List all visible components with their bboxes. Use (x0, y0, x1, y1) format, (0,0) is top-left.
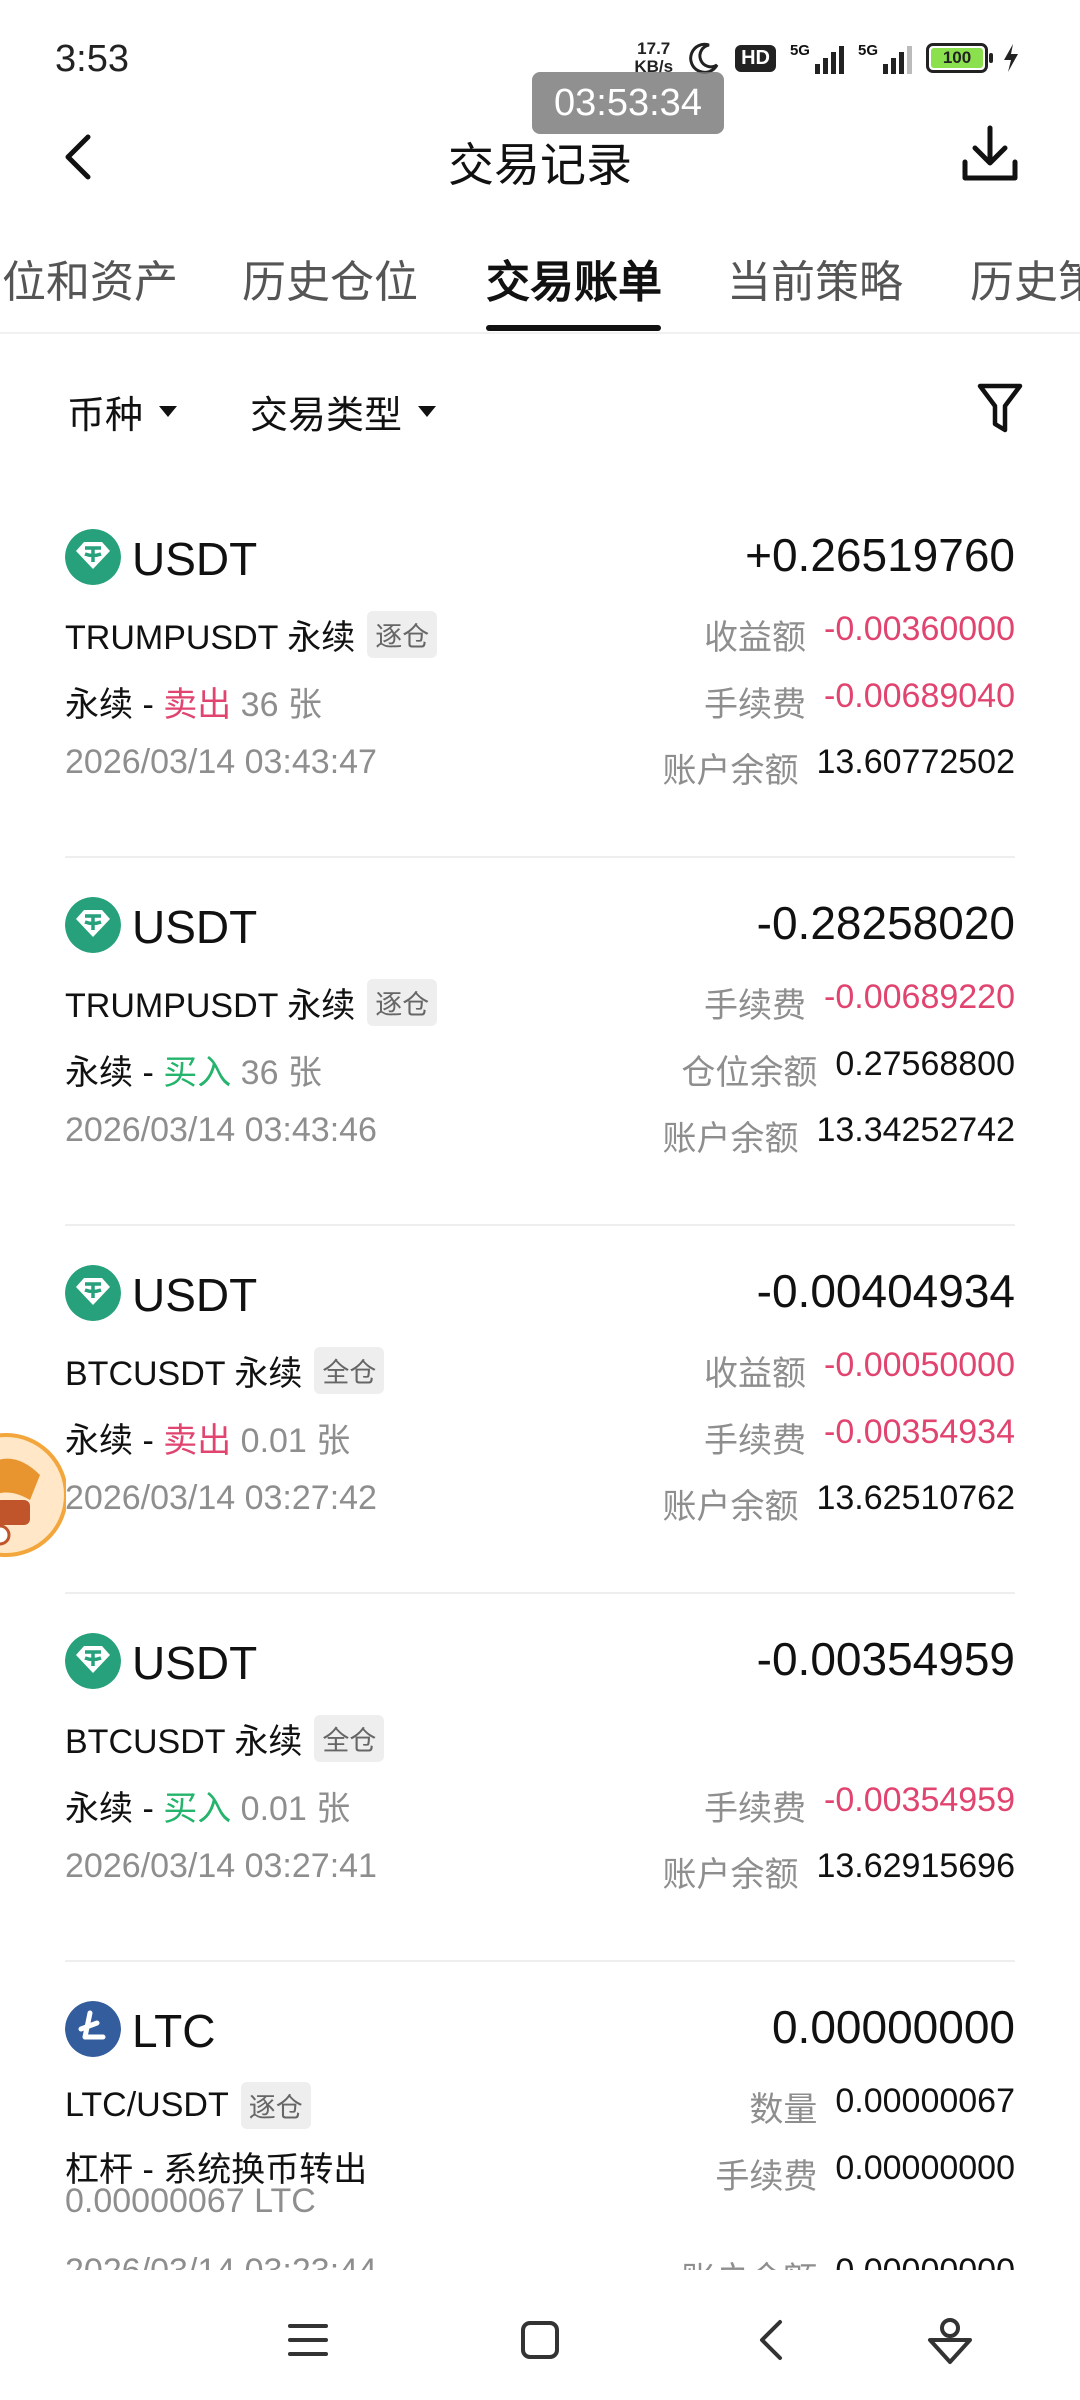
filter-funnel-icon[interactable] (975, 380, 1025, 436)
litecoin-icon (65, 2001, 121, 2057)
tether-icon (65, 897, 121, 953)
status-time: 3:53 (55, 38, 129, 80)
tab-current-strategy[interactable]: 当前策略 (727, 246, 903, 310)
detail-row: 手续费 0.00000000 (715, 2149, 1015, 2196)
coin-name: USDT (132, 1269, 258, 1321)
detail-row: 账户余额 13.34252742 (662, 1111, 1015, 1158)
record-time: 2026/03/14 03:23:44 (65, 2252, 377, 2270)
pair-line: LTC/USDT 逐仓 (65, 2082, 311, 2129)
detail-row: 手续费 -0.00354934 (704, 1413, 1015, 1460)
margin-mode-tag: 逐仓 (240, 2082, 311, 2129)
pair-name: TRUMPUSDT 永续 (65, 619, 356, 657)
trade-type-filter[interactable]: 交易类型 (250, 384, 437, 439)
tab-active-indicator (486, 325, 661, 331)
record-item[interactable]: USDT -0.00354959 BTCUSDT 永续 全仓 永续 - 买入 0… (0, 1594, 1080, 1962)
record-amount: +0.26519760 (745, 529, 1015, 581)
pair-name: TRUMPUSDT 永续 (65, 987, 356, 1025)
trade-quantity: 36 张 (231, 1054, 322, 1092)
margin-mode-tag: 逐仓 (367, 979, 438, 1026)
detail-row: 账户余额 13.62510762 (662, 1479, 1015, 1526)
filter-row: 币种 交易类型 (0, 370, 1080, 450)
trade-quantity: 36 张 (231, 686, 322, 724)
caret-down-icon (418, 406, 437, 417)
tether-icon (65, 1633, 121, 1689)
signal-icon-2: 5G (858, 42, 912, 74)
transfer-amount: 0.00000067 LTC (65, 2182, 316, 2220)
tab-trade-bill[interactable]: 交易账单 (486, 246, 662, 310)
home-icon[interactable] (510, 2310, 570, 2370)
tab-strategy-history[interactable]: 历史策 (970, 246, 1080, 310)
trade-type-line: 永续 - 买入 0.01 张 (65, 1790, 351, 1828)
do-not-disturb-icon (689, 42, 719, 74)
tab-position-history[interactable]: 历史仓位 (242, 246, 418, 310)
record-amount: -0.00404934 (756, 1265, 1015, 1317)
record-amount: 0.00000000 (771, 2001, 1015, 2053)
tether-icon (65, 529, 121, 585)
nav-back-icon[interactable] (742, 2310, 802, 2370)
pair-line: BTCUSDT 永续 全仓 (65, 1346, 385, 1395)
tether-icon (65, 1265, 121, 1321)
pair-line: TRUMPUSDT 永续 逐仓 (65, 978, 438, 1027)
record-amount: -0.28258020 (756, 897, 1015, 949)
floating-assistant-avatar[interactable] (0, 1430, 66, 1560)
trade-action: 买入 (163, 1054, 232, 1092)
system-nav-bar (0, 2280, 1080, 2400)
pair-name: BTCUSDT 永续 (65, 1355, 303, 1393)
signal-icon: 5G (790, 42, 844, 74)
detail-row: 收益额 -0.00360000 (704, 610, 1015, 657)
detail-row: 账户余额 0.00000000 (681, 2252, 1015, 2270)
record-list: USDT +0.26519760 TRUMPUSDT 永续 逐仓 永续 - 卖出… (0, 490, 1080, 2270)
record-time: 2026/03/14 03:43:47 (65, 743, 377, 781)
page-title: 交易记录 (448, 139, 632, 191)
margin-mode-tag: 逐仓 (367, 611, 438, 658)
detail-row: 收益额 -0.00050000 (704, 1346, 1015, 1393)
record-item[interactable]: LTC 0.00000000 LTC/USDT 逐仓 杠杆 - 系统换币转出 0… (0, 1962, 1080, 2270)
caret-down-icon (159, 406, 178, 417)
detail-row: 手续费 -0.00689220 (704, 978, 1015, 1025)
trade-action: 卖出 (163, 686, 232, 724)
coin-name: USDT (132, 901, 258, 953)
record-amount: -0.00354959 (756, 1633, 1015, 1685)
margin-mode-tag: 全仓 (314, 1715, 385, 1762)
pair-name: LTC/USDT (65, 2086, 229, 2124)
detail-row: 手续费 -0.00354959 (704, 1781, 1015, 1828)
record-item[interactable]: USDT +0.26519760 TRUMPUSDT 永续 逐仓 永续 - 卖出… (0, 490, 1080, 858)
trade-quantity: 0.01 张 (231, 1422, 351, 1460)
trade-type-line: 永续 - 卖出 36 张 (65, 686, 322, 724)
pair-line: TRUMPUSDT 永续 逐仓 (65, 610, 438, 659)
detail-row: 仓位余额 0.27568800 (681, 1045, 1015, 1092)
coin-name: USDT (132, 533, 258, 585)
detail-row: 账户余额 13.60772502 (662, 743, 1015, 790)
coin-name: LTC (132, 2005, 216, 2057)
hd-voice-badge: HD (735, 44, 776, 72)
network-speed: 17.7 KB/s (634, 39, 674, 76)
margin-mode-tag: 全仓 (314, 1347, 385, 1394)
trade-action: 卖出 (163, 1422, 232, 1460)
currency-filter[interactable]: 币种 (67, 384, 178, 439)
detail-row: 手续费 -0.00689040 (704, 677, 1015, 724)
record-item[interactable]: USDT -0.00404934 BTCUSDT 永续 全仓 永续 - 卖出 0… (0, 1226, 1080, 1594)
record-time: 2026/03/14 03:27:41 (65, 1847, 377, 1885)
assistant-icon[interactable] (920, 2310, 980, 2370)
coin-name: USDT (132, 1637, 258, 1689)
record-time: 2026/03/14 03:43:46 (65, 1111, 377, 1149)
detail-row: 账户余额 13.62915696 (662, 1847, 1015, 1894)
trade-quantity: 0.01 张 (231, 1790, 351, 1828)
download-icon[interactable] (955, 120, 1025, 190)
detail-row: 数量 0.00000067 (749, 2082, 1015, 2129)
record-time: 2026/03/14 03:27:42 (65, 1479, 377, 1517)
record-item[interactable]: USDT -0.28258020 TRUMPUSDT 永续 逐仓 永续 - 买入… (0, 858, 1080, 1226)
app-header: 交易记录 (0, 115, 1080, 205)
trade-action: 买入 (163, 1790, 232, 1828)
trade-type-line: 永续 - 买入 36 张 (65, 1054, 322, 1092)
pair-line: BTCUSDT 永续 全仓 (65, 1714, 385, 1763)
tab-bar: 位和资产 历史仓位 交易账单 当前策略 历史策 (0, 228, 1080, 334)
menu-icon[interactable] (278, 2310, 338, 2370)
pair-name: BTCUSDT 永续 (65, 1723, 303, 1761)
battery-icon: 100 (926, 43, 993, 73)
status-icons: 17.7 KB/s HD 5G 5G 100 (634, 40, 1020, 76)
tab-positions-assets[interactable]: 位和资产 (2, 246, 178, 310)
charging-icon (1004, 44, 1018, 72)
trade-type-line: 永续 - 卖出 0.01 张 (65, 1422, 351, 1460)
